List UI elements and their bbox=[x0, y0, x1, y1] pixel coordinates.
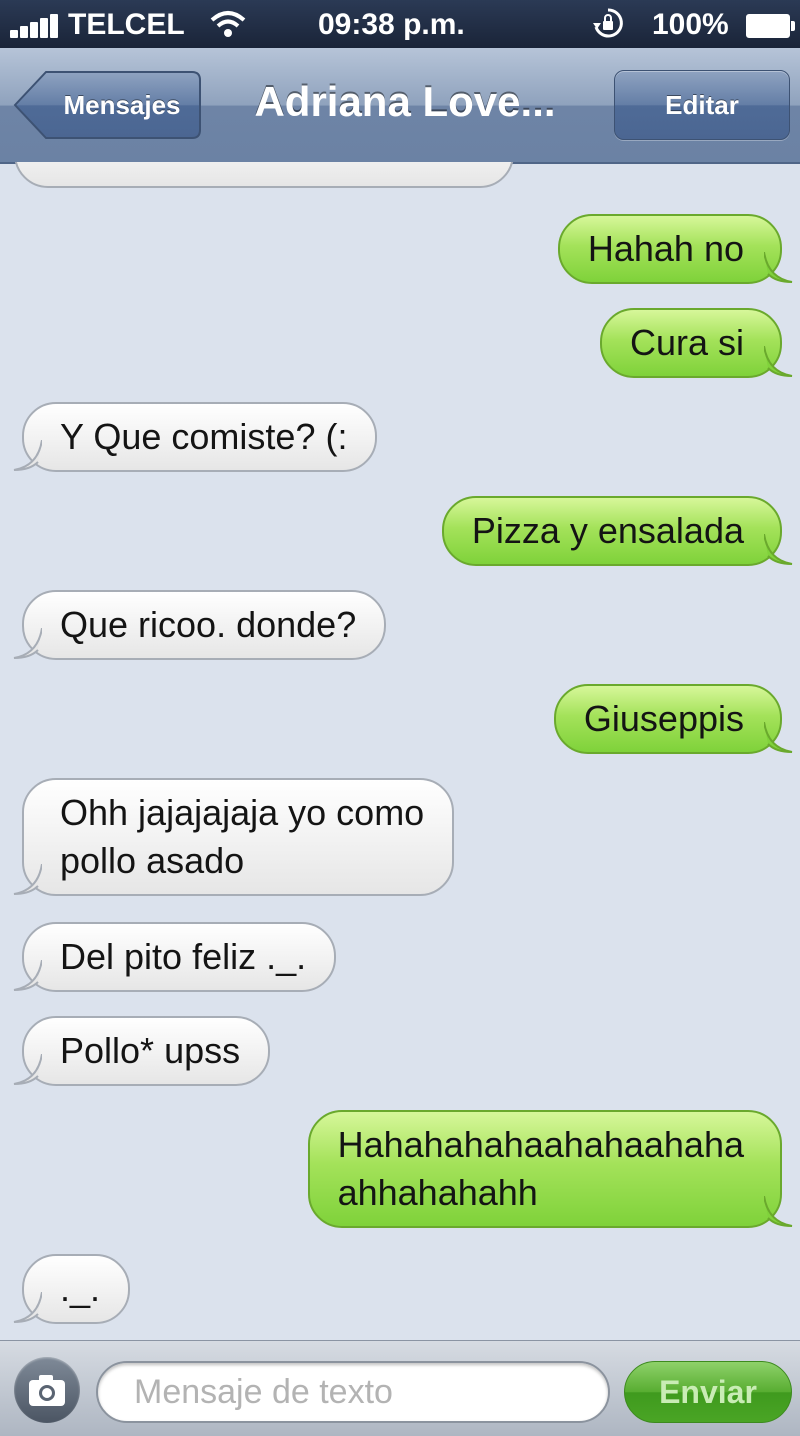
message-text-line: ahhahahahh bbox=[337, 1172, 538, 1213]
message-bubble-outgoing: Cura si bbox=[599, 308, 793, 378]
message-input-placeholder: Mensaje de texto bbox=[134, 1373, 393, 1411]
message-bubble-outgoing: Hahah no bbox=[557, 214, 793, 284]
message-text-line: pollo asado bbox=[60, 840, 245, 881]
message-composer: Mensaje de texto Enviar bbox=[0, 1340, 800, 1436]
message-bubble-incoming: Que ricoo. donde? bbox=[13, 590, 387, 660]
battery-percent: 100% bbox=[652, 8, 729, 41]
message-bubble-incoming-partial bbox=[14, 162, 514, 188]
message-text: Hahah no bbox=[587, 228, 744, 269]
clock: 09:38 p.m. bbox=[318, 8, 465, 41]
message-text: Del pito feliz ._. bbox=[60, 936, 307, 977]
signal-icon bbox=[10, 12, 60, 38]
message-bubble-outgoing: Hahahahahaahahaahaha ahhahahahh bbox=[307, 1110, 793, 1228]
message-text: Que ricoo. donde? bbox=[60, 604, 357, 645]
message-bubble-incoming: Del pito feliz ._. bbox=[13, 922, 337, 992]
message-text-line: Hahahahahaahahaahaha bbox=[337, 1124, 744, 1165]
status-bar: TELCEL 09:38 p.m. 100% bbox=[0, 0, 800, 48]
message-bubble-incoming: Y Que comiste? (: bbox=[13, 402, 378, 472]
message-bubble-incoming: Ohh jajajajaja yo como pollo asado bbox=[13, 778, 455, 896]
navigation-bar: Mensajes Adriana Love... Editar bbox=[0, 48, 800, 164]
carrier-name: TELCEL bbox=[68, 8, 185, 41]
wifi-icon bbox=[210, 11, 246, 37]
message-text: Pollo* upss bbox=[60, 1030, 241, 1071]
send-button[interactable]: Enviar bbox=[624, 1361, 792, 1423]
edit-button[interactable]: Editar bbox=[614, 70, 790, 140]
message-text: ._. bbox=[60, 1268, 101, 1309]
message-list[interactable]: Hahah no Cura si Y Que comiste? (: Pizza… bbox=[0, 162, 800, 1340]
camera-button[interactable] bbox=[14, 1357, 80, 1423]
message-text-line: Ohh jajajajaja yo como bbox=[60, 792, 425, 833]
message-text: Y Que comiste? (: bbox=[60, 416, 348, 457]
message-text: Giuseppis bbox=[583, 698, 744, 739]
message-input[interactable]: Mensaje de texto bbox=[96, 1361, 610, 1423]
back-button[interactable]: Mensajes bbox=[12, 70, 202, 140]
message-bubble-incoming: Pollo* upss bbox=[13, 1016, 271, 1086]
back-button-label: Mensajes bbox=[63, 90, 181, 120]
message-bubble-incoming: ._. bbox=[13, 1254, 131, 1324]
message-text: Pizza y ensalada bbox=[471, 510, 744, 551]
conversation-title: Adriana Love... bbox=[254, 78, 556, 125]
message-bubble-outgoing: Pizza y ensalada bbox=[441, 496, 793, 566]
message-bubble-outgoing: Giuseppis bbox=[553, 684, 793, 754]
rotation-lock-icon bbox=[593, 8, 623, 38]
camera-icon bbox=[29, 1375, 65, 1406]
battery-charging-icon bbox=[746, 14, 795, 38]
message-text: Cura si bbox=[629, 322, 744, 363]
